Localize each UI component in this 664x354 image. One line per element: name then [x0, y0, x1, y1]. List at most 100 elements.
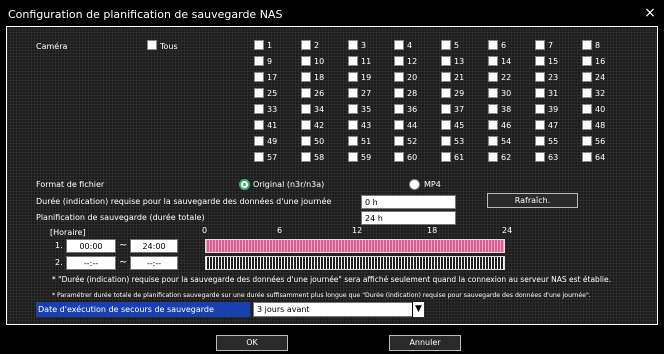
camera-checkbox[interactable] [535, 56, 545, 66]
camera-number-label: 48 [595, 121, 606, 130]
row1-schedule-bar[interactable] [205, 239, 505, 253]
camera-checkbox[interactable] [488, 136, 498, 146]
camera-checkbox[interactable] [582, 72, 592, 82]
camera-checkbox[interactable] [254, 104, 264, 114]
camera-checkbox[interactable] [254, 72, 264, 82]
camera-checkbox[interactable] [254, 152, 264, 162]
camera-checkbox[interactable] [582, 56, 592, 66]
radio-mp4[interactable] [409, 179, 420, 190]
camera-number-label: 51 [361, 137, 372, 146]
camera-checkbox[interactable] [301, 136, 311, 146]
camera-checkbox[interactable] [348, 120, 358, 130]
camera-checkbox[interactable] [254, 40, 264, 50]
camera-checkbox[interactable] [582, 40, 592, 50]
camera-checkbox[interactable] [394, 56, 404, 66]
camera-checkbox[interactable] [348, 40, 358, 50]
backup-date-select[interactable]: 3 jours avant [253, 302, 413, 317]
camera-checkbox[interactable] [301, 40, 311, 50]
camera-checkbox[interactable] [488, 72, 498, 82]
camera-checkbox[interactable] [582, 104, 592, 114]
camera-all-checkbox[interactable] [147, 40, 157, 50]
ok-button[interactable]: OK [216, 335, 288, 351]
camera-checkbox[interactable] [535, 104, 545, 114]
camera-number-label: 40 [595, 105, 606, 114]
camera-checkbox[interactable] [488, 120, 498, 130]
camera-checkbox[interactable] [348, 88, 358, 98]
radio-original-label: Original (n3r/n3a) [253, 180, 325, 189]
camera-checkbox[interactable] [535, 120, 545, 130]
camera-number-label: 59 [361, 153, 372, 162]
row1-end-input[interactable]: 24:00 [130, 239, 178, 253]
camera-checkbox[interactable] [441, 136, 451, 146]
camera-checkbox[interactable] [441, 56, 451, 66]
camera-checkbox[interactable] [394, 40, 404, 50]
camera-number-label: 32 [595, 89, 606, 98]
camera-checkbox[interactable] [301, 56, 311, 66]
radio-original[interactable] [239, 179, 250, 190]
camera-checkbox[interactable] [348, 104, 358, 114]
camera-checkbox[interactable] [301, 120, 311, 130]
camera-checkbox[interactable] [441, 104, 451, 114]
camera-checkbox[interactable] [488, 40, 498, 50]
camera-number-label: 44 [407, 121, 418, 130]
camera-checkbox[interactable] [582, 136, 592, 146]
close-icon[interactable]: × [643, 6, 657, 20]
camera-checkbox[interactable] [441, 40, 451, 50]
camera-checkbox[interactable] [582, 152, 592, 162]
camera-number-label: 18 [314, 73, 325, 82]
camera-number-label: 39 [548, 105, 559, 114]
camera-checkbox[interactable] [394, 152, 404, 162]
camera-checkbox[interactable] [348, 152, 358, 162]
row2-schedule-bar[interactable] [205, 256, 505, 270]
camera-number-label: 22 [501, 73, 512, 82]
camera-checkbox[interactable] [301, 72, 311, 82]
camera-checkbox[interactable] [582, 120, 592, 130]
camera-checkbox[interactable] [301, 152, 311, 162]
row2-start-input[interactable]: --:-- [66, 256, 116, 270]
camera-number-label: 15 [548, 57, 559, 66]
camera-checkbox[interactable] [535, 88, 545, 98]
row2-end-input[interactable]: --:-- [130, 256, 178, 270]
camera-checkbox[interactable] [535, 152, 545, 162]
camera-checkbox[interactable] [488, 56, 498, 66]
row1-start-input[interactable]: 00:00 [66, 239, 116, 253]
camera-checkbox[interactable] [254, 120, 264, 130]
camera-checkbox[interactable] [348, 56, 358, 66]
camera-checkbox[interactable] [394, 104, 404, 114]
camera-number-label: 19 [361, 73, 372, 82]
camera-checkbox[interactable] [488, 104, 498, 114]
camera-checkbox[interactable] [441, 152, 451, 162]
camera-checkbox[interactable] [488, 88, 498, 98]
camera-checkbox[interactable] [535, 40, 545, 50]
camera-checkbox[interactable] [394, 120, 404, 130]
camera-checkbox[interactable] [582, 88, 592, 98]
camera-checkbox[interactable] [441, 88, 451, 98]
total-plan-value: 24 h [361, 211, 456, 225]
camera-number-label: 1 [267, 41, 273, 50]
camera-checkbox[interactable] [535, 72, 545, 82]
camera-number-label: 21 [454, 73, 465, 82]
camera-checkbox[interactable] [301, 88, 311, 98]
camera-number-label: 25 [267, 89, 278, 98]
cancel-button[interactable]: Annuler [389, 335, 461, 351]
camera-checkbox[interactable] [441, 120, 451, 130]
camera-checkbox[interactable] [254, 136, 264, 146]
camera-checkbox[interactable] [348, 136, 358, 146]
camera-number-label: 4 [407, 41, 413, 50]
camera-number-label: 29 [454, 89, 465, 98]
camera-checkbox[interactable] [488, 152, 498, 162]
schedule-tick-label: 6 [277, 226, 283, 235]
camera-number-label: 7 [548, 41, 554, 50]
camera-checkbox[interactable] [301, 104, 311, 114]
camera-number-label: 64 [595, 153, 606, 162]
camera-checkbox[interactable] [348, 72, 358, 82]
camera-checkbox[interactable] [394, 136, 404, 146]
camera-checkbox[interactable] [441, 72, 451, 82]
camera-checkbox[interactable] [394, 72, 404, 82]
camera-checkbox[interactable] [394, 88, 404, 98]
refresh-button[interactable]: Rafraîch. [487, 193, 578, 208]
camera-checkbox[interactable] [535, 136, 545, 146]
chevron-down-icon[interactable]: ▼ [412, 302, 424, 317]
camera-checkbox[interactable] [254, 88, 264, 98]
camera-checkbox[interactable] [254, 56, 264, 66]
